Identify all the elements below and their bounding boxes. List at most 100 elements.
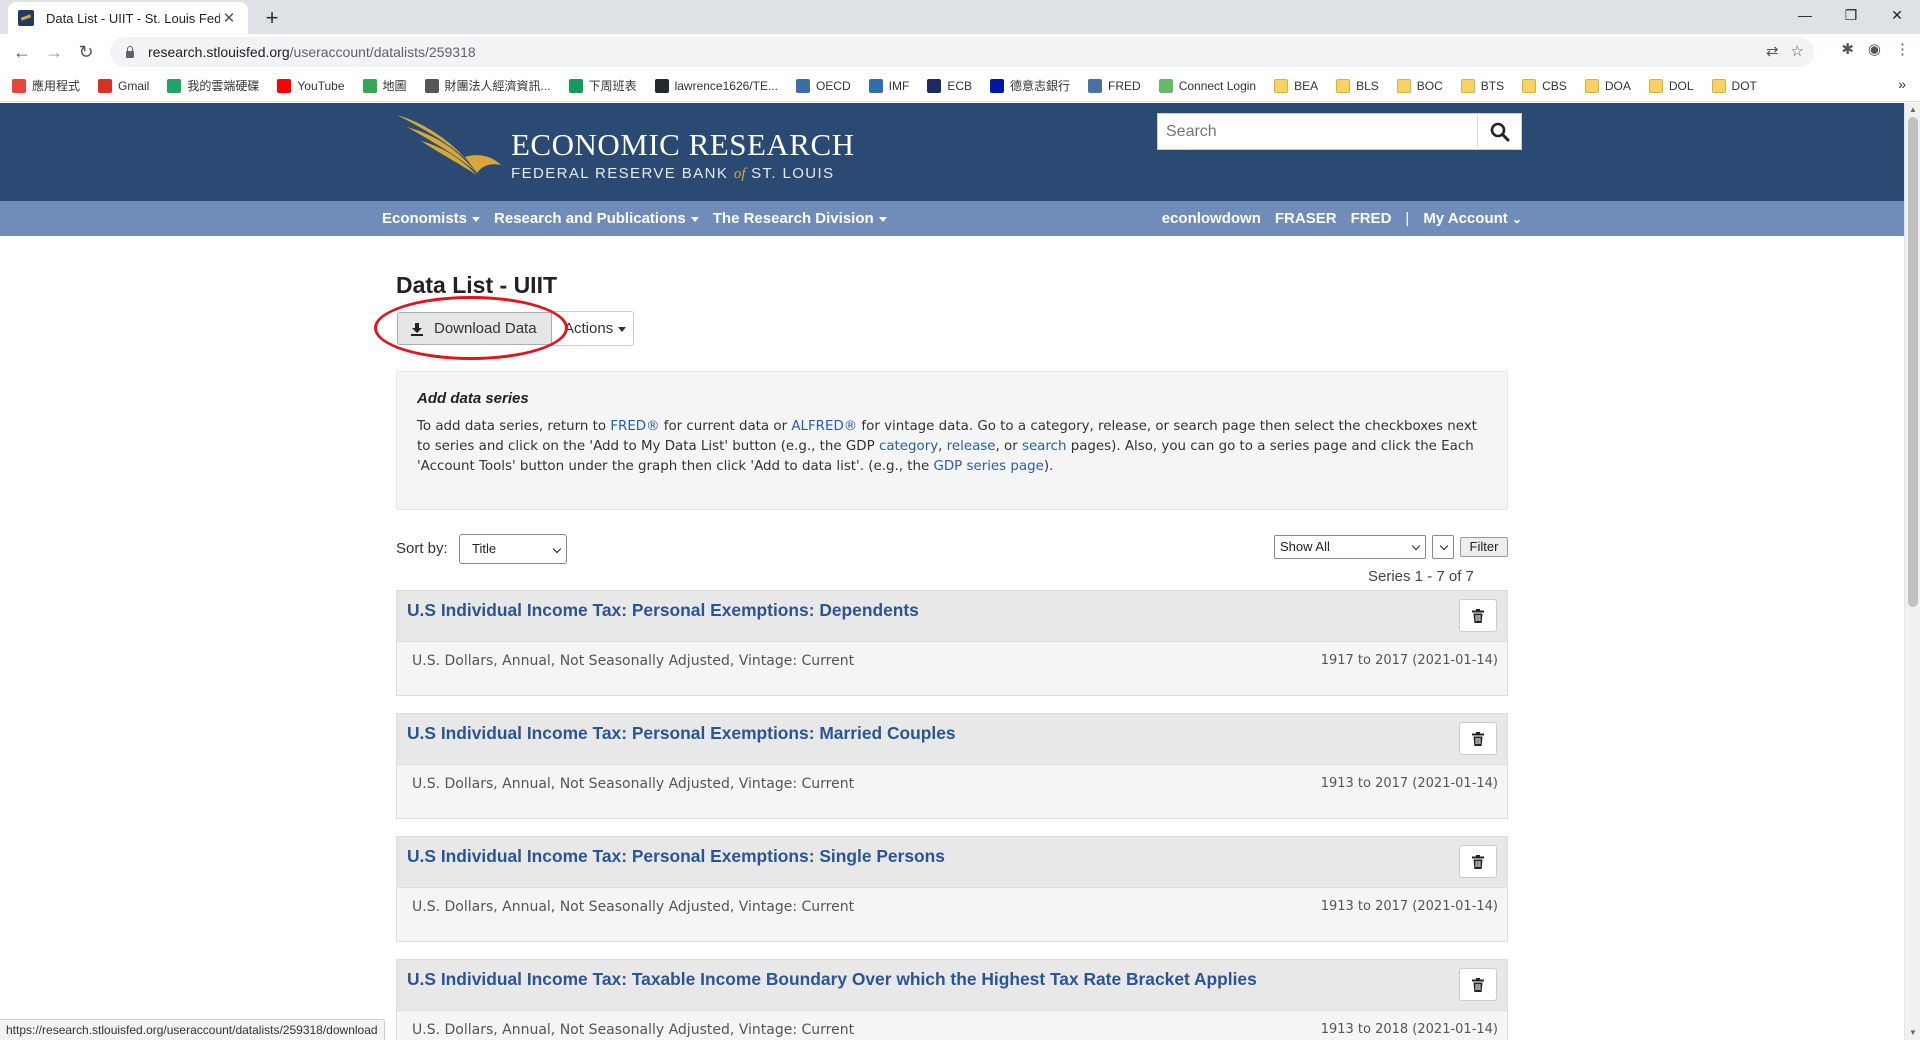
caret-down-icon [618, 326, 627, 332]
browser-toolbar: ← → ↻ research.stlouisfed.org/useraccoun… [0, 34, 1920, 70]
info-text: To add data series, return to FRED® for … [417, 419, 1477, 474]
series-card: U.S Individual Income Tax: Taxable Incom… [396, 959, 1508, 1040]
bookmark-label: CBS [1542, 78, 1567, 93]
bookmark-item[interactable]: lawrence1626/TE... [654, 78, 778, 93]
page-scrollbar[interactable]: ▲ ▼ [1904, 103, 1920, 1040]
secondary-filter-select[interactable] [1432, 535, 1454, 559]
youtube-icon [277, 78, 292, 93]
nav-my-account[interactable]: My Account ⌄ [1423, 210, 1522, 227]
lock-icon[interactable] [124, 46, 136, 58]
oecd-icon [795, 78, 810, 93]
bookmark-item[interactable]: BOC [1396, 78, 1443, 93]
bookmark-item[interactable]: OECD [795, 78, 851, 93]
scroll-up-icon[interactable]: ▲ [1905, 103, 1920, 117]
category-link[interactable]: category [879, 439, 938, 454]
caret-down-icon [690, 216, 699, 222]
delete-series-button[interactable] [1459, 845, 1497, 878]
reload-icon[interactable]: ↻ [70, 36, 102, 68]
select-arrow-icon [552, 544, 562, 554]
bookmark-item[interactable]: ECB [927, 78, 972, 93]
more-bookmarks-icon[interactable]: » [1898, 76, 1906, 92]
series-card: U.S Individual Income Tax: Personal Exem… [396, 713, 1508, 819]
bookmark-label: Connect Login [1178, 78, 1257, 93]
series-title-link[interactable]: U.S Individual Income Tax: Personal Exem… [407, 600, 919, 621]
minimize-icon[interactable]: — [1782, 0, 1828, 30]
menu-kebab-icon[interactable]: ⋮ [1895, 40, 1910, 58]
bookmark-label: IMF [888, 78, 910, 93]
status-bar-url: https://research.stlouisfed.org/useracco… [0, 1019, 385, 1040]
bookmark-item[interactable]: BTS [1460, 78, 1504, 93]
nav-research-division[interactable]: The Research Division [713, 210, 887, 227]
profile-icon[interactable]: ◉ [1868, 40, 1881, 58]
close-window-icon[interactable]: ✕ [1874, 0, 1920, 30]
bookmark-item[interactable]: YouTube [277, 78, 345, 93]
bookmark-item[interactable]: BLS [1336, 78, 1379, 93]
new-tab-button[interactable]: + [258, 4, 286, 32]
bookmark-item[interactable]: 財團法人經濟資訊... [424, 77, 551, 94]
bookmark-label: Gmail [118, 78, 150, 93]
series-meta: U.S. Dollars, Annual, Not Seasonally Adj… [412, 899, 855, 915]
nav-separator: | [1405, 210, 1410, 227]
series-title-link[interactable]: U.S Individual Income Tax: Personal Exem… [407, 723, 956, 744]
economic-research-logo[interactable]: ECONOMIC RESEARCH FEDERAL RESERVE BANK o… [395, 113, 854, 193]
search-link[interactable]: search [1022, 439, 1066, 454]
bookmark-item[interactable]: DOL [1648, 78, 1694, 93]
series-count: Series 1 - 7 of 7 [1368, 568, 1474, 585]
bookmark-item[interactable]: Gmail [98, 78, 150, 93]
alfred-link[interactable]: ALFRED® [791, 419, 857, 434]
extensions-icon[interactable]: ✱ [1841, 40, 1854, 58]
bookmark-item[interactable]: DOA [1584, 78, 1631, 93]
site-nav: Economists Research and Publications The… [0, 201, 1904, 236]
restore-icon[interactable]: ❐ [1828, 0, 1874, 30]
bookmark-item[interactable]: 地圖 [362, 77, 407, 94]
nav-fraser[interactable]: FRASER [1275, 210, 1337, 227]
sheets-icon [568, 78, 583, 93]
release-link[interactable]: release [947, 439, 996, 454]
show-filter-select[interactable]: Show All [1274, 535, 1426, 559]
bookmark-label: DOA [1604, 78, 1631, 93]
bookmark-item[interactable]: 我的雲端硬碟 [167, 77, 259, 94]
search-button[interactable] [1477, 114, 1521, 149]
bookmark-item[interactable]: BEA [1274, 78, 1318, 93]
translate-icon[interactable]: ⇄ [1766, 42, 1779, 60]
bookmark-item[interactable]: Connect Login [1158, 78, 1257, 93]
series-title-link[interactable]: U.S Individual Income Tax: Taxable Incom… [407, 969, 1257, 990]
nav-fred[interactable]: FRED [1351, 210, 1392, 227]
maps-icon [362, 78, 377, 93]
address-bar[interactable]: research.stlouisfed.org/useraccount/data… [110, 37, 1814, 67]
bookmark-item[interactable]: FRED [1088, 78, 1141, 93]
bookmark-item[interactable]: 德意志銀行 [990, 77, 1070, 94]
filter-button[interactable]: Filter [1460, 537, 1508, 557]
bookmark-label: BOC [1416, 78, 1443, 93]
scrollbar-thumb[interactable] [1908, 117, 1918, 607]
delete-series-button[interactable] [1459, 968, 1497, 1001]
scroll-down-icon[interactable]: ▼ [1905, 1026, 1920, 1040]
bookmark-item[interactable]: DOT [1711, 78, 1757, 93]
bookmarks-bar: 應用程式 Gmail 我的雲端硬碟 YouTube 地圖 財團法人經濟資訊... 下周班表 l… [0, 70, 1920, 102]
search-input[interactable] [1158, 114, 1477, 149]
bookmark-item[interactable]: IMF [868, 78, 910, 93]
bookmark-label: 德意志銀行 [1010, 79, 1071, 93]
nav-economists[interactable]: Economists [382, 210, 481, 227]
fred-link[interactable]: FRED® [610, 419, 659, 434]
gdp-series-page-link[interactable]: GDP series page [933, 459, 1043, 474]
bookmark-item[interactable]: 應用程式 [12, 77, 80, 94]
delete-series-button[interactable] [1459, 722, 1497, 755]
tab-close-icon[interactable]: ✕ [220, 9, 238, 27]
bookmark-item[interactable]: 下周班表 [568, 77, 637, 94]
forward-icon[interactable]: → [38, 36, 70, 68]
apps-grid-icon [12, 78, 26, 93]
search-icon [1490, 122, 1509, 141]
series-title-link[interactable]: U.S Individual Income Tax: Personal Exem… [407, 846, 945, 867]
nav-research-publications[interactable]: Research and Publications [494, 210, 699, 227]
bookmark-item[interactable]: CBS [1522, 78, 1567, 93]
nav-econlowdown[interactable]: econlowdown [1162, 210, 1261, 227]
bookmark-star-icon[interactable]: ☆ [1791, 42, 1804, 60]
series-meta: U.S. Dollars, Annual, Not Seasonally Adj… [412, 653, 855, 669]
series-card: U.S Individual Income Tax: Personal Exem… [396, 590, 1508, 696]
series-card-header: U.S Individual Income Tax: Personal Exem… [397, 591, 1507, 642]
delete-series-button[interactable] [1459, 599, 1497, 632]
sort-select[interactable]: Title [459, 534, 567, 564]
back-icon[interactable]: ← [6, 36, 38, 68]
browser-tab[interactable]: Data List - UIIT - St. Louis Fed ✕ [8, 2, 248, 34]
